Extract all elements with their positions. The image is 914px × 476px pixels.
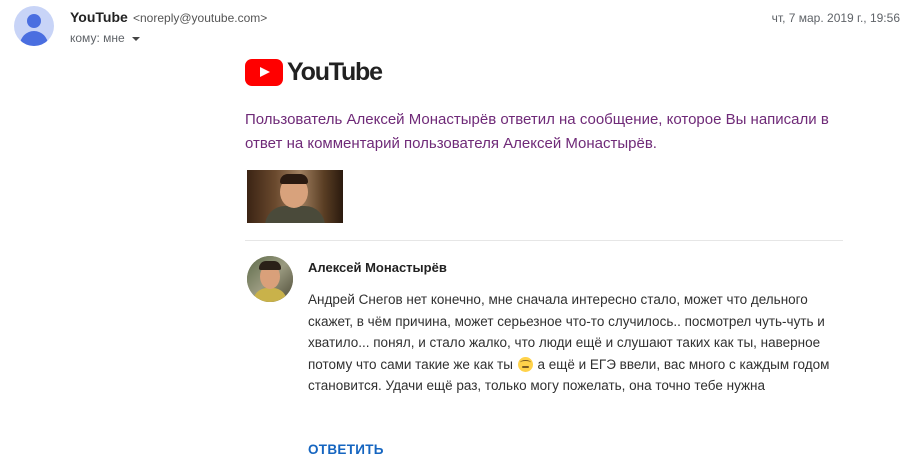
thumbnail-person-hair	[280, 174, 308, 184]
avatar-head	[27, 14, 41, 28]
avatar-body	[20, 31, 48, 46]
sender-email: <noreply@youtube.com>	[133, 11, 268, 25]
reply-button[interactable]: ОТВЕТИТЬ	[308, 442, 384, 457]
youtube-logo: YouTube	[245, 58, 383, 87]
sender-name[interactable]: YouTube	[70, 9, 128, 25]
sender-avatar[interactable]	[14, 6, 54, 46]
commenter-avatar[interactable]	[247, 256, 293, 302]
recipient-label: кому: мне	[70, 31, 125, 45]
comment-text: Андрей Снегов нет конечно, мне сначала и…	[308, 289, 843, 397]
face-with-head-bandage-icon	[517, 356, 533, 372]
thumbnail-person-shirt	[265, 206, 325, 223]
recipient-details-toggle[interactable]: кому: мне	[70, 31, 140, 45]
youtube-wordmark: YouTube	[287, 58, 383, 86]
avatar-hair	[259, 261, 281, 270]
video-thumbnail[interactable]	[247, 170, 343, 223]
youtube-play-icon	[245, 59, 283, 86]
commenter-name: Алексей Монастырёв	[308, 260, 447, 275]
email-date: чт, 7 мар. 2019 г., 19:56	[771, 11, 900, 25]
notification-message: Пользователь Алексей Монастырёв ответил …	[245, 111, 829, 152]
chevron-down-icon[interactable]	[131, 36, 140, 41]
divider	[245, 240, 843, 241]
